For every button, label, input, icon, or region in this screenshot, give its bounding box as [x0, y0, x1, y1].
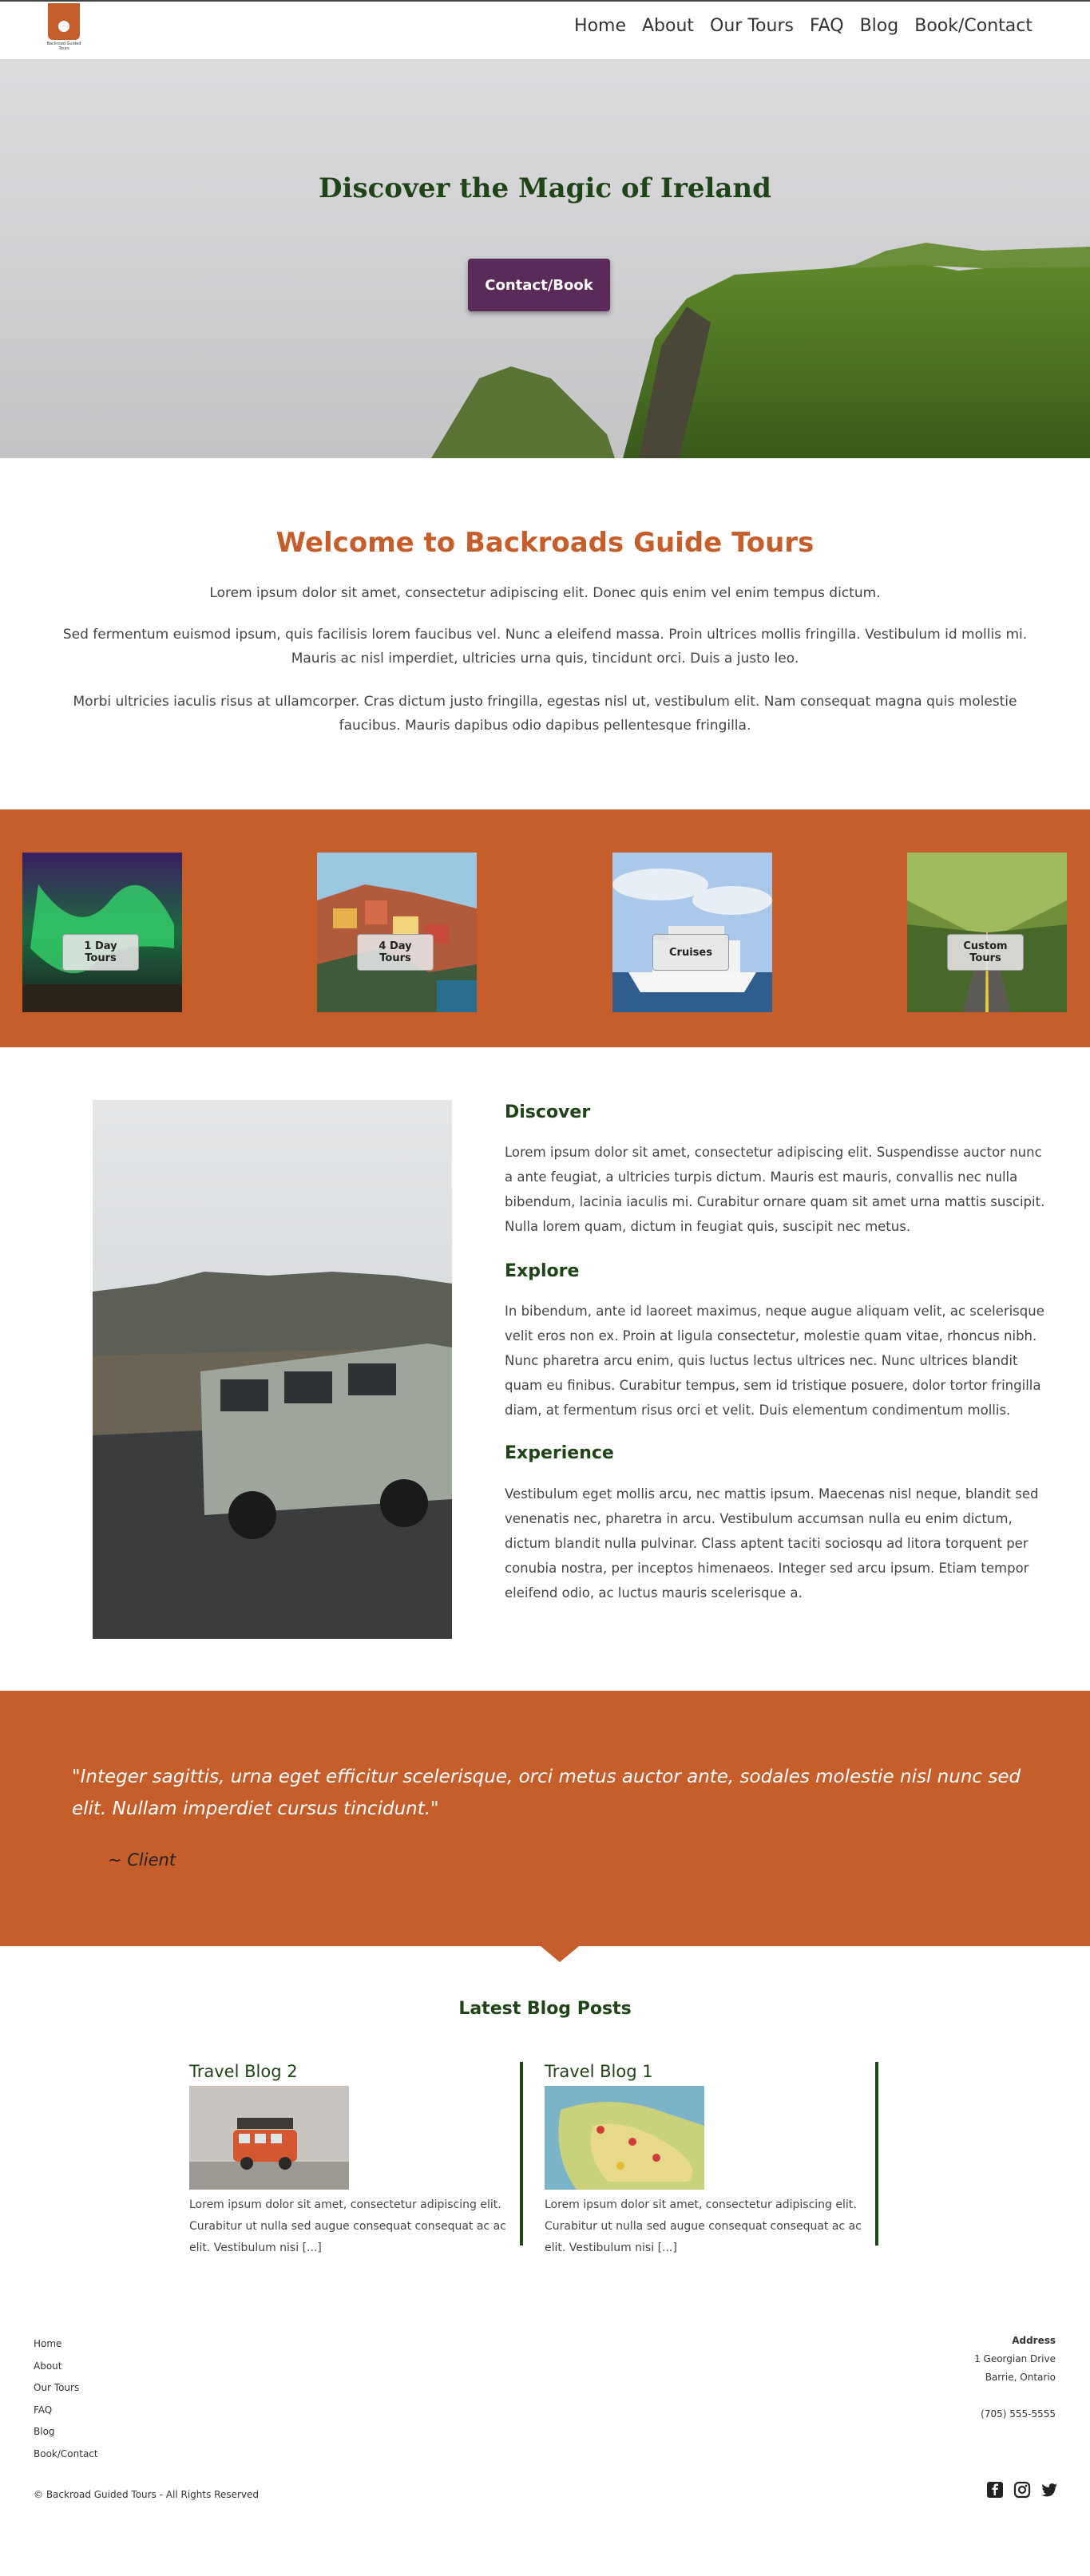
tour-card-cruises[interactable]: Cruises: [612, 853, 772, 1012]
tour-card-4-day[interactable]: 4 Day Tours: [317, 853, 477, 1012]
site-logo[interactable]: Backroad Guided Tours: [46, 3, 81, 53]
contact-book-button[interactable]: Contact/Book: [468, 259, 610, 311]
blog-post-card[interactable]: Travel Blog 1 Lorem ipsum dolor sit amet…: [545, 2062, 878, 2254]
copyright: © Backroad Guided Tours - All Rights Res…: [34, 2489, 260, 2500]
facebook-icon[interactable]: [986, 2481, 1004, 2499]
footer-link-our-tours[interactable]: Our Tours: [34, 2377, 98, 2400]
main-nav: Home About Our Tours FAQ Blog Book/Conta…: [574, 16, 1033, 36]
address-line-1: 1 Georgian Drive: [974, 2353, 1056, 2364]
van-image: [93, 1100, 452, 1639]
discover-heading: Discover: [505, 1102, 591, 1122]
logo-mark: [48, 3, 80, 40]
welcome-paragraph-3: Morbi ultricies iaculis risus at ullamco…: [73, 694, 1017, 734]
testimonial-quote: "Integer sagittis, urna eget efficitur s…: [72, 1767, 1021, 1819]
footer-link-book-contact[interactable]: Book/Contact: [34, 2443, 98, 2466]
van-photo: [93, 1100, 452, 1639]
toy-bus-image: [189, 2086, 349, 2190]
cruise-ship-image: [612, 853, 772, 1012]
hero-title: Discover the Magic of Ireland: [319, 172, 771, 204]
explore-heading: Explore: [505, 1261, 580, 1281]
welcome-paragraph-2: Sed fermentum euismod ipsum, quis facili…: [62, 627, 1028, 667]
phone-number: (705) 555-5555: [981, 2408, 1056, 2420]
logo-text: Backroad Guided Tours: [46, 42, 81, 51]
footer-address: Address 1 Georgian Drive Barrie, Ontario…: [974, 2332, 1056, 2424]
welcome-paragraph-1: Lorem ipsum dolor sit amet, consectetur …: [209, 585, 881, 601]
experience-text: Vestibulum eget mollis arcu, nec mattis …: [505, 1486, 1039, 1601]
instagram-icon[interactable]: [1013, 2481, 1031, 2499]
blog-post-thumbnail[interactable]: [189, 2086, 349, 2190]
tour-label-1-day: 1 Day Tours: [62, 934, 139, 971]
nav-about[interactable]: About: [642, 16, 694, 36]
experience-heading: Experience: [505, 1443, 614, 1463]
nav-book-contact[interactable]: Book/Contact: [914, 16, 1033, 36]
top-navigation: Backroad Guided Tours Home About Our Tou…: [0, 0, 1090, 59]
testimonial-band: "Integer sagittis, urna eget efficitur s…: [0, 1691, 1090, 1946]
tour-label-4-day: 4 Day Tours: [357, 934, 434, 971]
welcome-title: Welcome to Backroads Guide Tours: [275, 527, 815, 559]
hero-banner: Discover the Magic of Ireland Contact/Bo…: [0, 59, 1090, 458]
tour-label-custom: Custom Tours: [947, 934, 1024, 971]
map-pins-image: [545, 2086, 704, 2190]
nav-blog[interactable]: Blog: [860, 16, 899, 36]
tour-card-1-day[interactable]: 1 Day Tours: [22, 853, 182, 1012]
tours-strip: 1 Day Tours 4 Day Tours Cruises Custom T…: [0, 809, 1090, 1047]
social-links: [986, 2481, 1058, 2499]
testimonial-client: ~ Client: [108, 1850, 176, 1870]
footer-nav: Home About Our Tours FAQ Blog Book/Conta…: [34, 2333, 98, 2465]
footer-link-blog[interactable]: Blog: [34, 2421, 98, 2443]
testimonial-arrow: [541, 1946, 579, 1962]
blog-post-card[interactable]: Travel Blog 2 Lorem ipsum dolor sit amet…: [189, 2062, 523, 2254]
blog-section-title: Latest Blog Posts: [458, 1999, 632, 2019]
nav-our-tours[interactable]: Our Tours: [710, 16, 794, 36]
footer-link-about[interactable]: About: [34, 2356, 98, 2378]
twitter-icon[interactable]: [1040, 2481, 1058, 2499]
address-label: Address: [1012, 2335, 1056, 2346]
coastal-village-image: [317, 853, 477, 1012]
aurora-image: [22, 853, 182, 1012]
tree-road-image: [907, 853, 1067, 1012]
footer-link-faq[interactable]: FAQ: [34, 2400, 98, 2422]
blog-post-excerpt: Lorem ipsum dolor sit amet, consectetur …: [189, 2198, 506, 2254]
nav-home[interactable]: Home: [574, 16, 626, 36]
footer-link-home[interactable]: Home: [34, 2333, 98, 2356]
tour-card-custom[interactable]: Custom Tours: [907, 853, 1067, 1012]
address-line-2: Barrie, Ontario: [985, 2372, 1056, 2383]
blog-post-thumbnail[interactable]: [545, 2086, 704, 2190]
blog-post-excerpt: Lorem ipsum dolor sit amet, consectetur …: [545, 2198, 862, 2254]
discover-text: Lorem ipsum dolor sit amet, consectetur …: [505, 1145, 1045, 1234]
tour-label-cruises: Cruises: [652, 934, 729, 971]
explore-text: In bibendum, ante id laoreet maximus, ne…: [505, 1304, 1044, 1418]
blog-post-title[interactable]: Travel Blog 2: [189, 2062, 520, 2081]
blog-post-title[interactable]: Travel Blog 1: [545, 2062, 875, 2081]
nav-faq[interactable]: FAQ: [810, 16, 844, 36]
